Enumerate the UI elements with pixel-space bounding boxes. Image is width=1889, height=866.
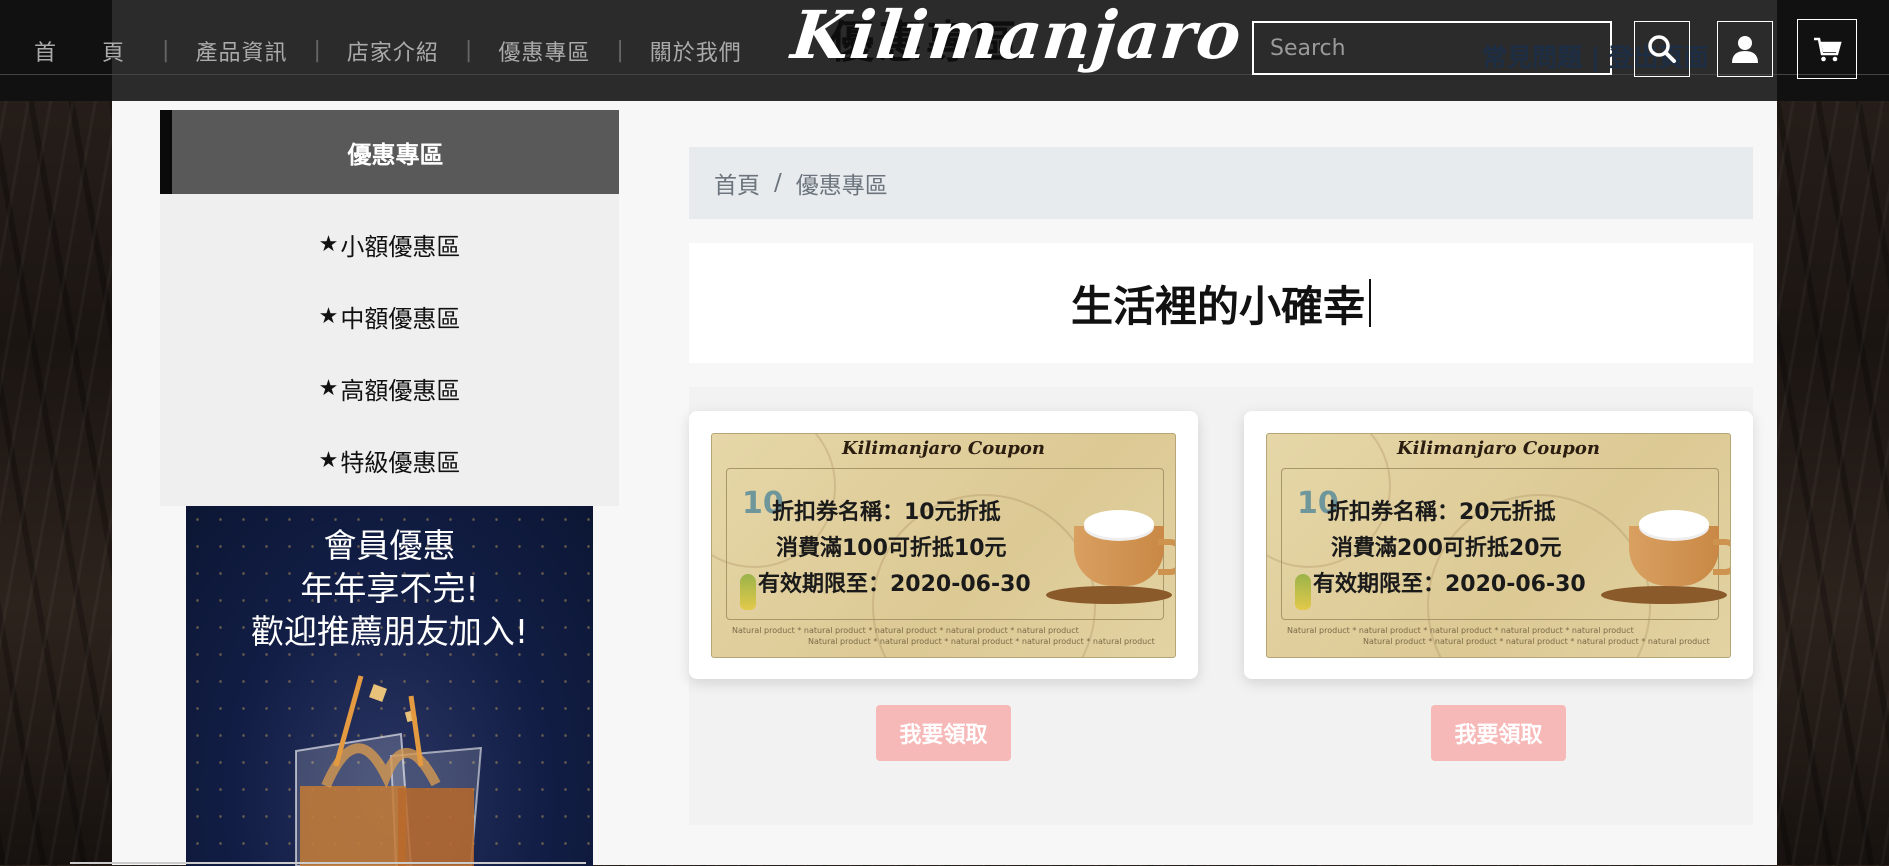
text-caret [1369,279,1371,327]
page-heading-box: 生活裡的小確幸 [689,243,1753,363]
page-content: 優惠專區 ★ 小額優惠區 ★ 中額優惠區 ★ 高額優惠區 ★ 特級優惠區 會員優… [112,101,1777,866]
coupon-condition: 消費滿100可折抵10元 [776,536,1007,561]
coupon-header: Kilimanjaro Coupon [842,438,1045,459]
whipped-cream-icon [1084,510,1154,538]
saucer-icon [1046,586,1172,604]
coupon-expiry: 有效期限至：2020-06-30 [1313,572,1586,597]
bottom-divider [70,862,586,864]
breadcrumb-current: 優惠專區 [795,173,888,199]
coupon-fine-print: Natural product * natural product * natu… [808,637,1155,646]
sidebar-item-small[interactable]: ★ 小額優惠區 [160,208,619,280]
promo-text: 會員優惠 年年享不完! 歡迎推薦朋友加入! [186,524,593,653]
sidebar-item-large[interactable]: ★ 高額優惠區 [160,352,619,424]
star-icon: ★ [318,375,339,401]
nav-separator: | [616,38,624,63]
cup-handle [1158,539,1175,575]
coupon-fine-print: Natural product * natural product * natu… [732,626,1079,635]
sidebar-title: 優惠專區 [160,110,619,194]
claim-coupon-button[interactable]: 我要領取 [1431,705,1566,761]
coupon-card: Kilimanjaro Coupon 10 折扣券名稱：20元折抵 消費滿200… [1244,411,1753,679]
coupon-card: Kilimanjaro Coupon 10 折扣券名稱：10元折抵 消費滿100… [689,411,1198,679]
star-icon: ★ [318,231,339,257]
nav-separator: | [162,38,170,63]
breadcrumb-separator: / [774,170,782,196]
cart-icon [1814,37,1842,62]
sidebar-item-label: 高額優惠區 [340,376,461,405]
sidebar-item-premium[interactable]: ★ 特級優惠區 [160,424,619,496]
coupon-image: Kilimanjaro Coupon 10 折扣券名稱：20元折抵 消費滿200… [1266,433,1731,658]
saucer-icon [1601,586,1727,604]
whipped-cream-icon [1639,510,1709,538]
sidebar: 優惠專區 ★ 小額優惠區 ★ 中額優惠區 ★ 高額優惠區 ★ 特級優惠區 [160,110,619,506]
account-button[interactable] [1717,21,1773,77]
cart-button[interactable] [1797,19,1857,79]
brand-logo[interactable]: Kilimanjaro [788,0,1246,74]
promo-line: 年年享不完! [300,569,479,608]
coupon-list: Kilimanjaro Coupon 10 折扣券名稱：10元折抵 消費滿100… [689,387,1753,825]
coupon-image: Kilimanjaro Coupon 10 折扣券名稱：10元折抵 消費滿100… [711,433,1176,658]
search-icon [1648,35,1676,63]
coupon-name: 折扣券名稱：10元折抵 [772,500,1001,525]
coupon-name: 折扣券名稱：20元折抵 [1327,500,1556,525]
coupon-header: Kilimanjaro Coupon [1397,438,1600,459]
nav-separator: | [464,38,473,63]
search-button[interactable] [1634,21,1690,77]
claim-coupon-button[interactable]: 我要領取 [876,705,1011,761]
nav-products[interactable]: 產品資訊 [169,35,313,67]
promo-line: 歡迎推薦朋友加入! [250,612,529,651]
main-nav: 首 頁 | 產品資訊 | 店家介紹 | 優惠專區 | 關於我們 [0,0,768,101]
plant-icon [740,574,756,610]
top-navbar: 首 頁 | 產品資訊 | 店家介紹 | 優惠專區 | 關於我們 優惠專區 Kil… [0,0,1889,101]
sidebar-item-medium[interactable]: ★ 中額優惠區 [160,280,619,352]
user-icon [1732,36,1758,63]
cup-handle [1713,539,1730,575]
page-title: 生活裡的小確幸 [1070,281,1365,331]
coupon-expiry: 有效期限至：2020-06-30 [758,572,1031,597]
nav-separator: | [313,38,321,63]
coupon-fine-print: Natural product * natural product * natu… [1287,626,1634,635]
breadcrumb: 首頁 / 優惠專區 [689,147,1753,219]
sidebar-item-label: 小額優惠區 [340,232,461,261]
coupon-fine-print: Natural product * natural product * natu… [1363,637,1710,646]
nav-offers[interactable]: 優惠專區 [472,35,616,67]
plant-icon [1295,574,1311,610]
promo-line: 會員優惠 [323,526,456,565]
member-promo-banner: 會員優惠 年年享不完! 歡迎推薦朋友加入! [186,506,593,866]
iced-coffee-toast-image [295,675,483,866]
sidebar-item-label: 特級優惠區 [340,448,461,477]
nav-stores[interactable]: 店家介紹 [321,35,465,67]
sidebar-menu: ★ 小額優惠區 ★ 中額優惠區 ★ 高額優惠區 ★ 特級優惠區 [160,194,619,506]
nav-about[interactable]: 關於我們 [624,35,768,67]
coupon-condition: 消費滿200可折抵20元 [1331,536,1562,561]
breadcrumb-home[interactable]: 首頁 [714,166,760,200]
sidebar-item-label: 中額優惠區 [340,304,461,333]
star-icon: ★ [318,447,339,473]
nav-home[interactable]: 首 頁 [0,35,162,67]
star-icon: ★ [318,303,339,329]
